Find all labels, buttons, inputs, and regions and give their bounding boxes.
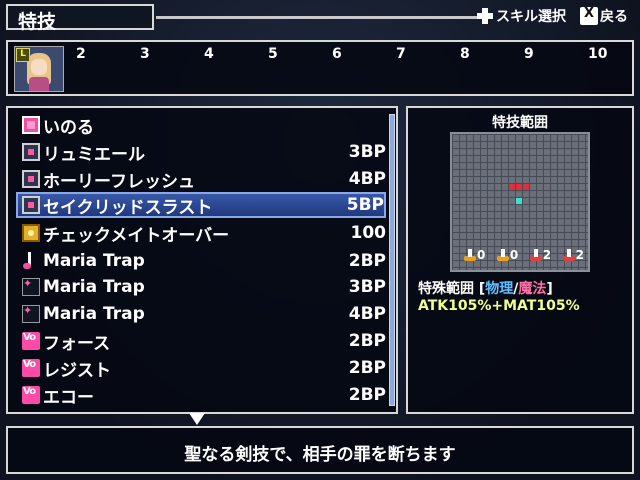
dpad-icon — [476, 7, 494, 25]
skill-cost: 2BP — [348, 251, 386, 271]
vo-icon: Vo — [22, 386, 40, 404]
menu-title-box: 特技 — [6, 4, 154, 33]
party-slot-6[interactable]: 6 — [332, 46, 342, 62]
skill-cost: 2BP — [348, 331, 386, 351]
skill-name: セイクリッドスラスト — [43, 197, 213, 218]
skill-name: レジスト — [43, 360, 111, 381]
party-slot-4[interactable]: 4 — [204, 46, 214, 62]
square-skill-icon — [22, 170, 40, 188]
skill-row[interactable]: ✦ Maria Trap 3BP — [18, 274, 386, 300]
party-slot-3[interactable]: 3 — [140, 46, 150, 62]
skill-row[interactable]: Maria Trap 2BP — [18, 248, 386, 274]
skill-name: チェックメイトオーバー — [43, 225, 230, 246]
skill-name: Maria Trap — [43, 304, 145, 324]
skill-row[interactable]: いのる — [18, 112, 386, 138]
skill-cost: 2BP — [348, 385, 386, 405]
range-panel: 特技範囲 0 0 2 2 特殊範囲 [物理/魔法] ATK105%+MAT105… — [406, 106, 634, 414]
range-type: 特殊範囲 [物理/魔法] — [418, 281, 553, 297]
gold-skill-icon — [22, 224, 40, 242]
party-slot-5[interactable]: 5 — [268, 46, 278, 62]
note-icon — [22, 252, 40, 270]
skill-name: いのる — [43, 117, 94, 138]
hint-skill-select-label: スキル選択 — [496, 9, 566, 25]
square-skill-icon — [22, 143, 40, 161]
more-down-arrow-icon — [189, 413, 205, 425]
skill-row[interactable]: ✦ Maria Trap 4BP — [18, 301, 386, 327]
scrollbar[interactable] — [389, 114, 395, 406]
range-cell-user — [516, 198, 522, 204]
square-skill-icon — [22, 196, 40, 214]
skill-cost: 4BP — [348, 169, 386, 189]
range-stats: 0 0 2 2 — [464, 248, 584, 262]
skill-name: ホーリーフレッシュ — [43, 171, 195, 192]
hint-skill-select[interactable]: スキル選択 — [476, 6, 566, 26]
skill-description: 聖なる剣技で、相手の罪を断ちます — [184, 445, 456, 465]
skill-name: Maria Trap — [43, 251, 145, 271]
leader-badge: L — [16, 48, 30, 62]
skill-row[interactable]: ホーリーフレッシュ 4BP — [18, 166, 386, 192]
skill-name: Maria Trap — [43, 277, 145, 297]
up-area-icon — [529, 249, 542, 261]
party-slot-7[interactable]: 7 — [396, 46, 406, 62]
skill-cost: 3BP — [348, 142, 386, 162]
sparkle-icon: ✦ — [22, 304, 40, 323]
character-portrait[interactable]: L — [14, 46, 64, 92]
skill-cost: 2BP — [348, 358, 386, 378]
description-box: 聖なる剣技で、相手の罪を断ちます — [6, 426, 634, 474]
skill-list: いのる リュミエール 3BP ホーリーフレッシュ 4BP セイクリッドスラスト … — [6, 106, 398, 414]
skill-cost: 3BP — [348, 277, 386, 297]
vo-icon: Vo — [22, 332, 40, 350]
skill-name: エコー — [43, 387, 94, 408]
menu-title: 特技 — [18, 11, 57, 33]
hint-back[interactable]: X 戻る — [580, 6, 628, 26]
skill-cost: 100 — [350, 223, 387, 243]
party-slot-9[interactable]: 9 — [524, 46, 534, 62]
damage-formula: ATK105%+MAT105% — [418, 298, 580, 314]
range-cell-target — [523, 184, 529, 190]
sparkle-icon: ✦ — [22, 277, 40, 296]
range-cell-target — [509, 184, 515, 190]
party-slot-8[interactable]: 8 — [460, 46, 470, 62]
skill-row[interactable]: Vo エコー 2BP — [18, 382, 386, 408]
title-divider — [156, 16, 486, 19]
skill-row[interactable]: チェックメイトオーバー 100 — [18, 220, 386, 246]
pink-square-icon — [22, 116, 40, 134]
down-area-icon — [562, 249, 575, 261]
party-slot-10[interactable]: 10 — [588, 46, 607, 62]
skill-cost: 4BP — [348, 304, 386, 324]
vo-icon: Vo — [22, 359, 40, 377]
party-slot-2[interactable]: 2 — [76, 46, 86, 62]
skill-row[interactable]: リュミエール 3BP — [18, 139, 386, 165]
hint-back-label: 戻る — [600, 9, 628, 25]
skill-row[interactable]: Vo フォース 2BP — [18, 328, 386, 354]
range-cell-target — [516, 184, 522, 190]
skill-row[interactable]: Vo レジスト 2BP — [18, 355, 386, 381]
skill-name: リュミエール — [43, 144, 145, 165]
range-title: 特技範囲 — [492, 115, 548, 131]
skill-cost: 5BP — [346, 195, 384, 215]
skill-name: フォース — [43, 333, 111, 354]
up-range-icon — [464, 249, 476, 261]
down-range-icon — [496, 249, 509, 261]
x-button-icon: X — [580, 6, 598, 25]
party-bar: L 2 3 4 5 6 7 8 9 10 — [6, 40, 634, 96]
skill-row-selected[interactable]: セイクリッドスラスト 5BP — [16, 192, 386, 218]
